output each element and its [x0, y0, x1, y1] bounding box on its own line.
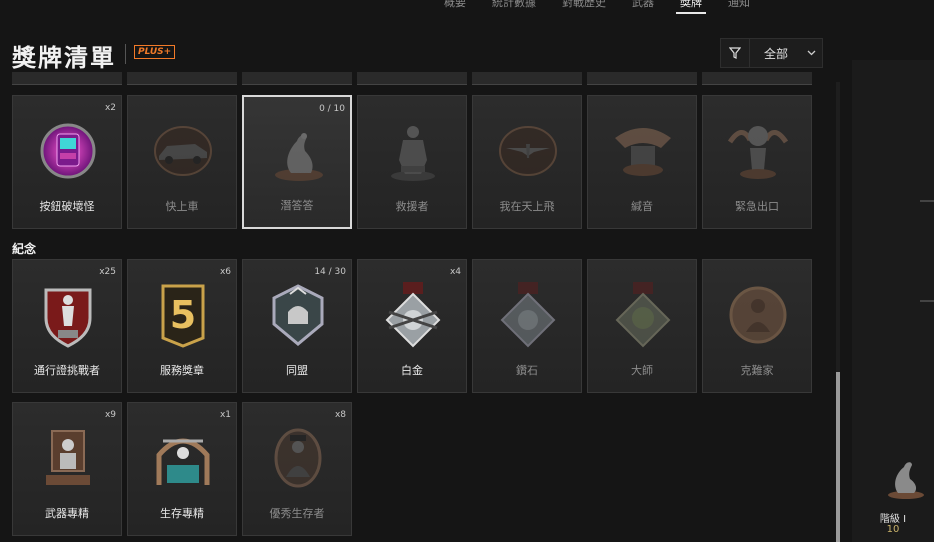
coin-portrait-icon: [728, 282, 788, 348]
car-icon: [153, 118, 213, 184]
seal-icon: [269, 119, 329, 185]
platinum-medal-icon: [383, 282, 443, 348]
medal-label: 通行證挑戰者: [34, 364, 100, 377]
medal-count: x6: [219, 267, 231, 277]
medal-count: x2: [104, 103, 116, 113]
medal-label: 武器專精: [45, 507, 89, 520]
shield-soldier-icon: [38, 282, 98, 348]
medal-card[interactable]: x25 通行證挑戰者: [12, 259, 122, 393]
master-medal-icon: [613, 282, 673, 348]
medal-count: x25: [99, 267, 116, 277]
medal-card[interactable]: 大師: [587, 259, 697, 393]
filter-dropdown[interactable]: 全部: [720, 38, 823, 68]
previous-row-card: [127, 72, 237, 85]
service-five-icon: 5: [153, 282, 213, 348]
medal-label: 緘音: [631, 200, 653, 213]
medal-card[interactable]: 快上車: [127, 95, 237, 229]
svg-text:5: 5: [170, 293, 196, 337]
winged-crest-icon: [613, 118, 673, 184]
medal-label: 我在天上飛: [499, 200, 555, 213]
filter-label: 全部: [764, 46, 789, 61]
medal-card[interactable]: 救援者: [357, 95, 467, 229]
scrollbar-thumb[interactable]: [836, 372, 840, 542]
medal-count: x1: [219, 410, 231, 420]
seal-rank-icon: [884, 455, 928, 499]
medal-progress: 0 / 10: [319, 104, 345, 114]
medal-label: 大師: [631, 364, 653, 377]
medal-count: x4: [449, 267, 461, 277]
medal-label: 克難家: [740, 364, 774, 377]
previous-row-card: [472, 72, 582, 85]
page-title: 獎牌清單: [12, 44, 116, 72]
survivor-portrait-icon: [268, 425, 328, 491]
plus-badge: PLUS+: [134, 45, 176, 59]
medal-card[interactable]: x1 生存專精: [127, 402, 237, 536]
rank-value: 10: [886, 524, 900, 535]
glider-icon: [498, 118, 558, 184]
medal-card[interactable]: x9 武器專精: [12, 402, 122, 536]
throne-icon: [38, 425, 98, 491]
section-heading: 紀念: [12, 242, 37, 256]
medal-label: 緊急出口: [735, 200, 779, 213]
medal-label: 救援者: [395, 200, 429, 213]
medal-list[interactable]: x2 按鈕破壞怪 快上車 0 / 10 潛答答 救援者 我在天上飛 緘音 緊急出…: [0, 72, 826, 542]
previous-row-card: [702, 72, 812, 85]
tab-match-history[interactable]: 對戰歷史: [558, 0, 610, 14]
tab-notifications[interactable]: 通知: [724, 0, 754, 14]
medal-card[interactable]: x4 白金: [357, 259, 467, 393]
tab-medals[interactable]: 獎牌: [676, 0, 706, 14]
medal-card[interactable]: 14 / 30 同盟: [242, 259, 352, 393]
medal-card[interactable]: 我在天上飛: [472, 95, 582, 229]
medal-card[interactable]: 緊急出口: [702, 95, 812, 229]
tab-weapons[interactable]: 武器: [628, 0, 658, 14]
medal-label: 優秀生存者: [269, 507, 325, 520]
medal-label: 潛答答: [280, 199, 314, 212]
filter-icon: [721, 39, 750, 67]
medal-count: x8: [334, 410, 346, 420]
medal-label: 快上車: [165, 200, 199, 213]
previous-row-card: [357, 72, 467, 85]
medal-label: 按鈕破壞怪: [39, 200, 95, 213]
medal-label: 鑽石: [516, 364, 538, 377]
medal-card[interactable]: x6 5 服務獎章: [127, 259, 237, 393]
medal-label: 生存專精: [160, 507, 204, 520]
medal-card[interactable]: 緘音: [587, 95, 697, 229]
arcade-machine-icon: [38, 118, 98, 184]
divider: [920, 300, 934, 302]
medal-card[interactable]: 克難家: [702, 259, 812, 393]
previous-row-card: [12, 72, 122, 85]
previous-row-card: [242, 72, 352, 85]
tab-stats[interactable]: 統計數據: [488, 0, 540, 14]
medal-label: 同盟: [286, 364, 308, 377]
medal-label: 白金: [401, 364, 423, 377]
medal-card[interactable]: 鑽石: [472, 259, 582, 393]
previous-row-card: [587, 72, 697, 85]
survival-arch-icon: [153, 425, 213, 491]
rank-label: 階級 I: [879, 514, 907, 525]
rescuer-statue-icon: [383, 118, 443, 184]
alliance-fist-icon: [268, 282, 328, 348]
divider: [920, 200, 934, 202]
medal-label: 服務獎章: [160, 364, 204, 377]
top-nav: 概要 統計數據 對戰歷史 武器 獎牌 通知: [440, 0, 754, 14]
medal-progress: 14 / 30: [314, 267, 346, 277]
medal-count: x9: [104, 410, 116, 420]
medal-card[interactable]: x2 按鈕破壞怪: [12, 95, 122, 229]
title-divider: [125, 44, 126, 64]
medal-card-selected[interactable]: 0 / 10 潛答答: [242, 95, 352, 229]
parachute-crest-icon: [727, 118, 789, 184]
diamond-medal-icon: [498, 282, 558, 348]
chevron-down-icon: [800, 48, 822, 59]
medal-card[interactable]: x8 優秀生存者: [242, 402, 352, 536]
tab-overview[interactable]: 概要: [440, 0, 470, 14]
